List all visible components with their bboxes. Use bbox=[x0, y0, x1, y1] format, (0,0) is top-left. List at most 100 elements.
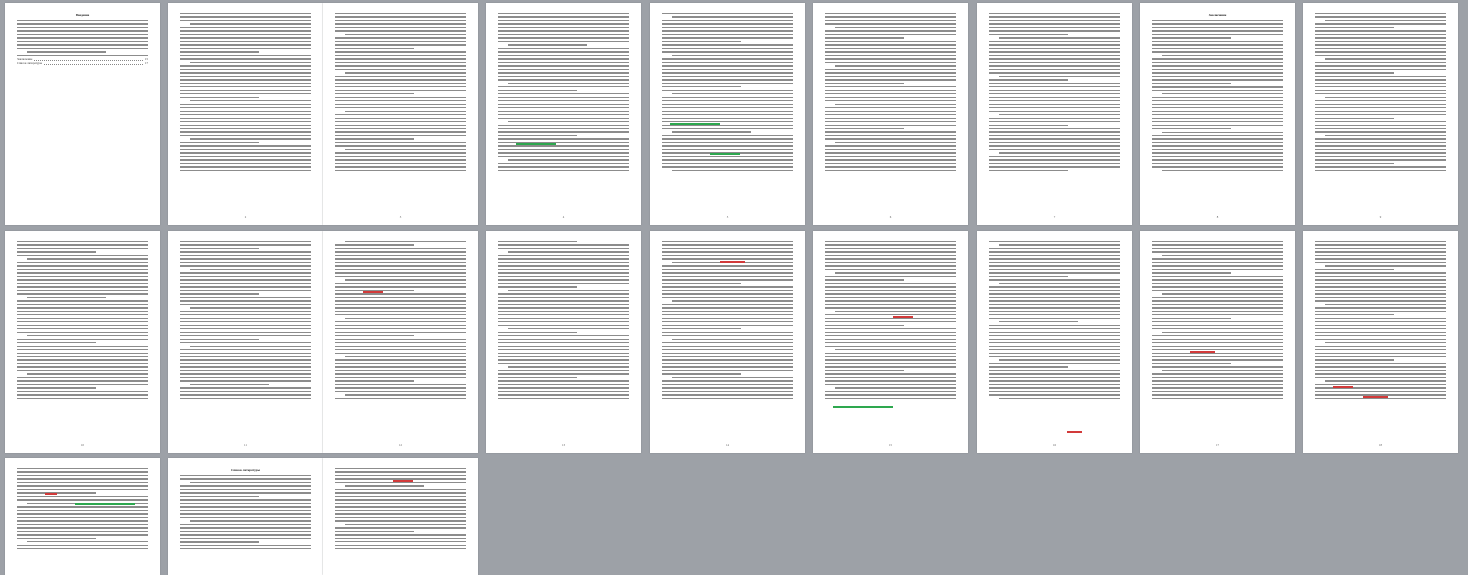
text-line bbox=[1315, 13, 1446, 15]
document-page[interactable]: Заключение 8 bbox=[1140, 3, 1295, 225]
document-page[interactable]: 14 bbox=[650, 231, 805, 453]
document-page[interactable]: 12 bbox=[323, 231, 478, 453]
text-line bbox=[1152, 33, 1283, 36]
text-line bbox=[662, 82, 793, 84]
document-page[interactable]: 16 bbox=[977, 231, 1132, 453]
text-line bbox=[989, 145, 1120, 147]
text-line bbox=[1315, 89, 1446, 91]
page-number: 5 bbox=[726, 215, 729, 219]
text-line bbox=[1152, 317, 1231, 319]
document-page[interactable]: 11 bbox=[168, 231, 323, 453]
text-line bbox=[498, 16, 629, 18]
document-page[interactable]: 2 bbox=[168, 3, 323, 225]
text-line bbox=[989, 40, 1120, 43]
text-line bbox=[1315, 114, 1446, 116]
text-line bbox=[1315, 44, 1446, 46]
text-line bbox=[989, 247, 1120, 250]
text-line bbox=[190, 520, 311, 522]
text-line bbox=[17, 303, 148, 306]
page-number: 12 bbox=[399, 443, 402, 447]
text-line bbox=[989, 86, 1120, 88]
text-line bbox=[825, 82, 904, 84]
text-line bbox=[335, 296, 466, 299]
page-number: 8 bbox=[1216, 215, 1219, 219]
text-line bbox=[1325, 96, 1446, 98]
text-line bbox=[1152, 44, 1283, 46]
document-page[interactable]: 9 bbox=[1303, 3, 1458, 225]
text-line bbox=[1162, 331, 1283, 333]
text-line bbox=[1315, 86, 1446, 88]
text-line bbox=[1315, 117, 1394, 119]
text-line bbox=[989, 162, 1120, 165]
text-line bbox=[825, 13, 956, 15]
text-line bbox=[1315, 345, 1446, 347]
text-line bbox=[825, 79, 956, 81]
text-line bbox=[335, 307, 466, 309]
text-line bbox=[180, 127, 311, 130]
text-line bbox=[989, 349, 1120, 351]
document-page[interactable]: 5 bbox=[650, 3, 805, 225]
text-line bbox=[335, 492, 466, 494]
document-page[interactable]: 17 bbox=[1140, 231, 1295, 453]
toc-leader bbox=[44, 62, 143, 65]
document-page[interactable]: 13 bbox=[486, 231, 641, 453]
text-line bbox=[825, 335, 956, 337]
text-line bbox=[672, 16, 793, 18]
text-line bbox=[335, 65, 466, 67]
document-page[interactable]: 18 bbox=[1303, 231, 1458, 453]
document-page[interactable] bbox=[5, 458, 160, 575]
text-line bbox=[17, 300, 148, 302]
text-line bbox=[335, 335, 414, 337]
text-line bbox=[825, 275, 956, 278]
text-line bbox=[27, 373, 148, 375]
document-page[interactable]: 15 bbox=[813, 231, 968, 453]
text-line bbox=[17, 362, 148, 365]
document-page[interactable] bbox=[323, 458, 478, 575]
text-line bbox=[345, 72, 466, 74]
spelling-error-mark bbox=[393, 480, 413, 482]
text-lines bbox=[180, 475, 311, 552]
text-line bbox=[662, 244, 793, 246]
text-line bbox=[825, 121, 956, 123]
text-line bbox=[180, 355, 311, 358]
text-line bbox=[1152, 355, 1283, 358]
text-line bbox=[17, 366, 148, 368]
text-line bbox=[335, 324, 466, 326]
text-line bbox=[335, 537, 466, 539]
document-page[interactable]: Введение Заключение 15 Список литературы 17 bbox=[5, 3, 160, 225]
text-line bbox=[17, 520, 148, 522]
text-line bbox=[989, 117, 1120, 119]
text-line bbox=[335, 121, 466, 123]
text-line bbox=[825, 131, 956, 133]
document-page[interactable]: Список литературы bbox=[168, 458, 323, 575]
text-line bbox=[989, 314, 1120, 316]
text-line bbox=[825, 247, 956, 250]
page-number: 9 bbox=[1379, 215, 1382, 219]
text-line bbox=[17, 282, 148, 285]
document-page[interactable]: 7 bbox=[977, 3, 1132, 225]
text-line bbox=[498, 65, 629, 67]
text-line bbox=[180, 324, 311, 326]
text-line bbox=[662, 352, 793, 354]
text-line bbox=[999, 282, 1120, 285]
text-line bbox=[335, 30, 466, 32]
toc-entry[interactable]: Список литературы 17 bbox=[17, 61, 148, 66]
text-line bbox=[989, 26, 1120, 29]
page-number: 13 bbox=[562, 443, 565, 447]
document-page[interactable]: 4 bbox=[486, 3, 641, 225]
text-line bbox=[1152, 82, 1231, 85]
document-page[interactable]: 3 bbox=[323, 3, 478, 225]
text-line bbox=[1315, 241, 1446, 243]
text-line bbox=[989, 293, 1120, 295]
text-line bbox=[1152, 335, 1283, 337]
text-line bbox=[825, 37, 904, 39]
text-line bbox=[335, 468, 466, 470]
text-line bbox=[498, 96, 629, 98]
text-line bbox=[989, 141, 1120, 144]
text-line bbox=[498, 303, 629, 306]
text-line bbox=[989, 317, 1120, 319]
text-line bbox=[498, 72, 629, 74]
text-line bbox=[989, 72, 1120, 74]
document-page[interactable]: 6 bbox=[813, 3, 968, 225]
document-page[interactable]: 10 bbox=[5, 231, 160, 453]
